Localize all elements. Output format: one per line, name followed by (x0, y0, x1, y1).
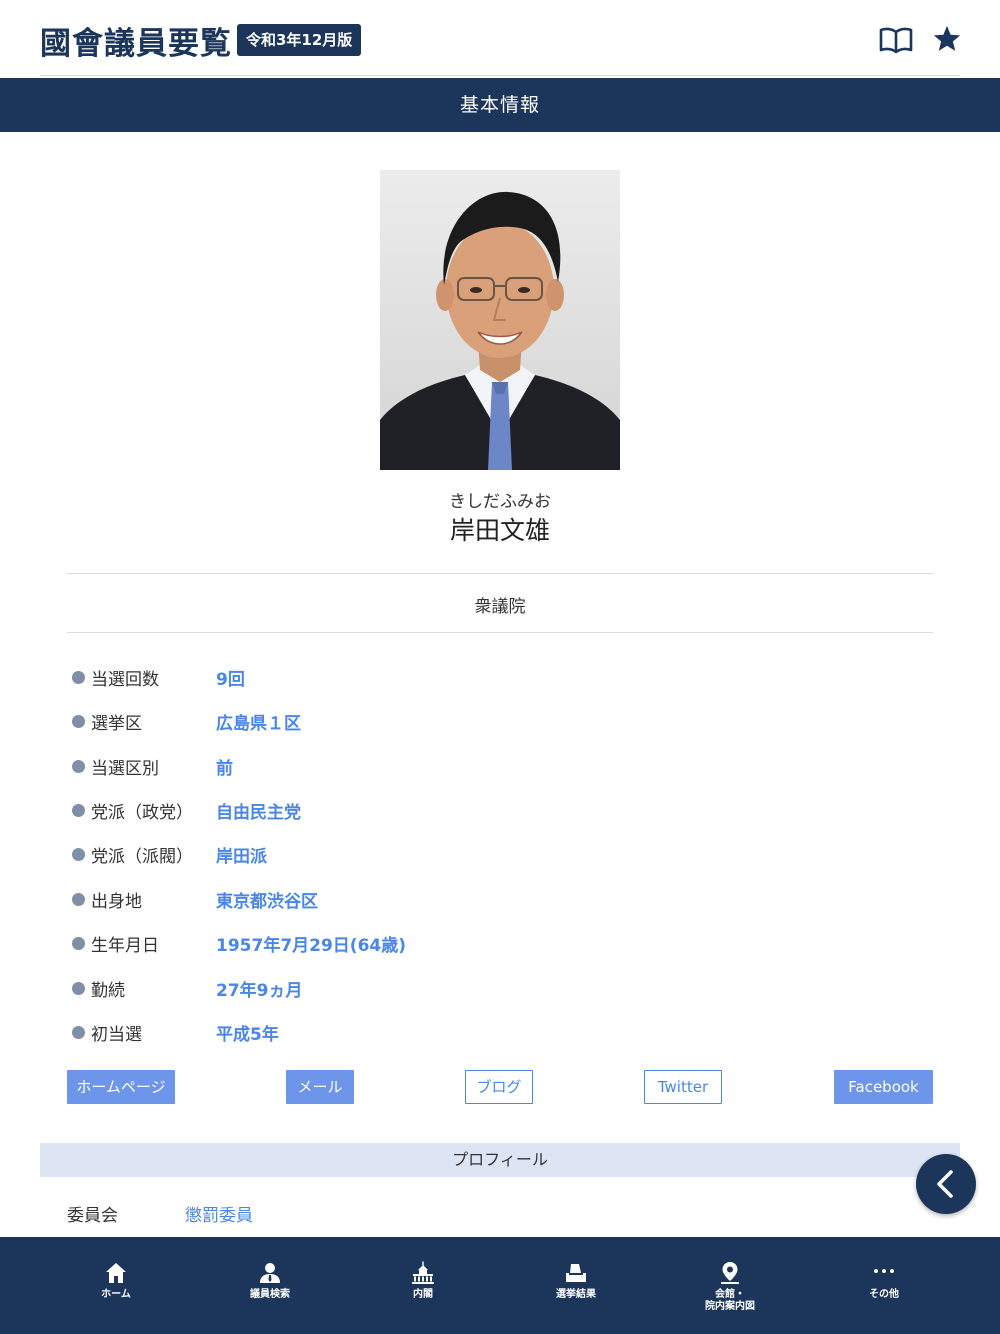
book-icon[interactable] (878, 26, 914, 54)
info-value[interactable]: 1957年7月29日(64歳) (216, 931, 406, 956)
edition-badge: 令和3年12月版 (237, 24, 362, 56)
member-name: 岸田文雄 (449, 516, 550, 545)
bullet-icon (72, 848, 85, 861)
bottom-navigation: ホーム 議員検索 内閣 選挙結果 会館・ 院内案内図 その他 (0, 1237, 1000, 1334)
nav-label: ホーム (101, 1289, 131, 1300)
section-title-bar: 基本情報 (0, 78, 1000, 132)
homepage-button[interactable]: ホームページ (67, 1070, 175, 1104)
house-name: 衆議院 (474, 597, 526, 617)
info-value[interactable]: 9回 (216, 665, 245, 690)
info-value[interactable]: 前 (216, 754, 233, 779)
nav-cabinet[interactable]: 内閣 (363, 1237, 483, 1334)
header-divider (40, 75, 960, 76)
info-row-first-election: 初当選 平成5年 (72, 1020, 672, 1045)
info-row-tenure: 勤続 27年9ヵ月 (72, 976, 672, 1001)
nav-label: 選挙結果 (556, 1289, 596, 1300)
info-label: 出身地 (91, 892, 142, 912)
info-label: 党派（派閥） (91, 847, 193, 867)
info-value[interactable]: 27年9ヵ月 (216, 976, 303, 1001)
nav-label: その他 (869, 1289, 899, 1300)
info-label: 当選回数 (91, 670, 159, 690)
info-label: 初当選 (91, 1025, 142, 1045)
blog-button[interactable]: ブログ (465, 1070, 533, 1104)
bullet-icon (72, 715, 85, 728)
info-row-birthplace: 出身地 東京都渋谷区 (72, 887, 672, 912)
star-icon[interactable] (932, 24, 962, 54)
mail-button[interactable]: メール (286, 1070, 354, 1104)
info-value[interactable]: 平成5年 (216, 1020, 279, 1045)
nav-label: 議員検索 (250, 1289, 290, 1300)
bullet-icon (72, 937, 85, 950)
bullet-icon (72, 1026, 85, 1039)
back-button[interactable] (916, 1154, 976, 1214)
info-row-election-type: 当選区別 前 (72, 754, 672, 779)
profile-section-bar: プロフィール (40, 1143, 960, 1177)
twitter-button[interactable]: Twitter (644, 1070, 722, 1104)
member-furigana: きしだふみお (449, 492, 551, 512)
bullet-icon (72, 982, 85, 995)
nav-member-search[interactable]: 議員検索 (210, 1237, 330, 1334)
info-label: 当選区別 (91, 759, 159, 779)
info-row-faction: 党派（派閥） 岸田派 (72, 842, 672, 867)
ballot-box-icon (566, 1264, 586, 1282)
nav-label: 内閣 (413, 1289, 433, 1300)
diet-building-icon (412, 1261, 434, 1284)
nav-label-line: 会館・ (715, 1289, 745, 1300)
info-value[interactable]: 広島県１区 (216, 709, 301, 734)
bullet-icon (72, 671, 85, 684)
info-row-party: 党派（政党） 自由民主党 (72, 798, 672, 823)
nav-other[interactable]: その他 (824, 1237, 944, 1334)
bullet-icon (72, 893, 85, 906)
chevron-left-icon (937, 1170, 953, 1198)
committee-value[interactable]: 懲罰委員 (185, 1201, 253, 1226)
info-label: 生年月日 (91, 936, 159, 956)
nav-label: 会館・ 院内案内図 (670, 1289, 790, 1313)
member-portrait (380, 170, 620, 470)
info-label: 選挙区 (91, 714, 142, 734)
info-label: 党派（政党） (91, 803, 193, 823)
info-value[interactable]: 岸田派 (216, 842, 267, 867)
bullet-icon (72, 804, 85, 817)
nav-home[interactable]: ホーム (56, 1237, 176, 1334)
divider (67, 573, 933, 574)
bullet-icon (72, 760, 85, 773)
info-row-election-count: 当選回数 9回 (72, 665, 672, 690)
app-title: 國會議員要覧 (40, 26, 232, 62)
nav-hall-map[interactable]: 会館・ 院内案内図 (670, 1237, 790, 1334)
info-row-birthdate: 生年月日 1957年7月29日(64歳) (72, 931, 672, 956)
facebook-button[interactable]: Facebook (834, 1070, 933, 1104)
nav-election-results[interactable]: 選挙結果 (516, 1237, 636, 1334)
info-label: 勤続 (91, 981, 125, 1001)
info-row-district: 選挙区 広島県１区 (72, 709, 672, 734)
more-dots-icon (874, 1269, 894, 1273)
person-icon (260, 1263, 280, 1283)
committee-label: 委員会 (67, 1206, 118, 1226)
info-value[interactable]: 自由民主党 (216, 798, 301, 823)
info-value[interactable]: 東京都渋谷区 (216, 887, 318, 912)
app-header: 國會議員要覧 令和3年12月版 (0, 0, 1000, 78)
nav-label-line: 院内案内図 (705, 1301, 755, 1312)
divider (67, 632, 933, 633)
map-pin-icon (721, 1262, 739, 1284)
home-icon (106, 1263, 126, 1283)
